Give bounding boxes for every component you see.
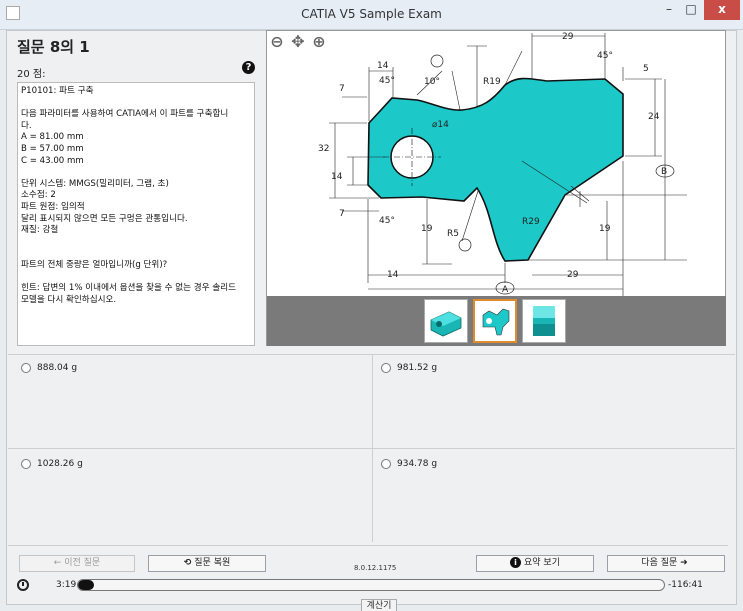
- thumbnail-image: [533, 306, 555, 336]
- dim-label: 29: [562, 32, 574, 42]
- question-line: 다음 파라미터를 사용하여 CATIA에서 이 파트를 구축합니: [21, 109, 229, 120]
- window-title: CATIA V5 Sample Exam: [301, 7, 442, 21]
- zoom-toolbar: ⊖ ✥ ⊕: [268, 33, 330, 53]
- dim-label: 14: [387, 270, 399, 280]
- question-line: 달리 표시되지 않으면 모든 구멍은 관통입니다.: [21, 213, 188, 224]
- maximize-icon[interactable]: □: [680, 0, 702, 20]
- dim-label: 29: [567, 270, 579, 280]
- question-line: [21, 272, 251, 284]
- dim-label: ⌀14: [432, 120, 449, 130]
- title-bar: CATIA V5 Sample Exam – □ x: [0, 0, 743, 30]
- question-line: A = 81.00 mm: [21, 132, 84, 143]
- answer-label: 1028.26 g: [37, 459, 83, 469]
- dim-label: R5: [447, 229, 459, 239]
- arrow-right-icon: ➜: [680, 558, 688, 568]
- dim-label: 19: [599, 224, 611, 234]
- dim-label: B: [661, 167, 667, 177]
- zoom-out-icon[interactable]: ⊖: [268, 33, 286, 51]
- thumbnail-side-view[interactable]: [522, 299, 566, 343]
- reset-question-label: 질문 복원: [194, 558, 231, 568]
- dim-label: 10°: [424, 77, 440, 87]
- dim-label: 45°: [379, 216, 395, 226]
- prev-question-button[interactable]: ← 이전 질문: [19, 555, 135, 572]
- clock-icon: [17, 579, 29, 591]
- progress-fill: [78, 580, 94, 590]
- answer-label: 888.04 g: [37, 363, 78, 373]
- info-icon: i: [510, 557, 521, 568]
- radio-button[interactable]: [381, 363, 391, 373]
- radio-button[interactable]: [381, 459, 391, 469]
- dim-label: 45°: [597, 51, 613, 61]
- fit-icon[interactable]: ✥: [289, 33, 307, 51]
- question-line: 재질: 강철: [21, 225, 59, 236]
- divider: [8, 448, 735, 449]
- thumbnail-drawing[interactable]: [473, 299, 517, 343]
- question-line: 모델을 다시 확인하십시오.: [21, 294, 117, 305]
- thumbnail-image: [482, 308, 510, 336]
- question-line: 파트의 전체 중량은 얼마입니까(g 단위)?: [21, 259, 168, 270]
- dim-label: 14: [331, 172, 343, 182]
- dim-label: 19: [421, 224, 433, 234]
- summary-button[interactable]: i 요약 보기: [476, 555, 594, 572]
- dim-label: 7: [339, 84, 345, 94]
- dim-label: 5: [643, 64, 649, 74]
- question-line: B = 57.00 mm: [21, 143, 84, 154]
- question-line: C = 43.00 mm: [21, 155, 84, 166]
- question-line: P10101: 파트 구축: [21, 86, 94, 96]
- dim-label: 7: [339, 209, 345, 219]
- dim-label: 24: [648, 112, 660, 122]
- dim-label: 32: [318, 144, 329, 154]
- question-line: 파트 원점: 임의적: [21, 201, 85, 212]
- radio-button[interactable]: [21, 363, 31, 373]
- time-progress-bar: [77, 579, 665, 591]
- minimize-icon[interactable]: –: [658, 0, 680, 20]
- version-label: 8.0.12.1175: [354, 564, 397, 572]
- reset-question-button[interactable]: ⟲ 질문 복원: [148, 555, 266, 572]
- dim-label: R19: [483, 77, 501, 87]
- next-question-button[interactable]: 다음 질문 ➜: [607, 555, 725, 572]
- question-line: [21, 248, 251, 260]
- summary-label: 요약 보기: [524, 558, 560, 568]
- close-icon[interactable]: x: [704, 0, 740, 20]
- dim-label: R29: [522, 217, 540, 227]
- question-text: P10101: 파트 구축 다음 파라미터를 사용하여 CATIA에서 이 파트…: [17, 82, 255, 346]
- question-line: [21, 237, 251, 249]
- calculator-tab[interactable]: 계산기: [361, 599, 397, 611]
- time-elapsed: 3:19: [56, 580, 77, 590]
- part-drawing: 29 45° 5 14 7 45° 10° R19 24 32 ⌀14 14 B…: [318, 32, 687, 296]
- question-line: 단위 시스템: MMGS(밀리미터, 그램, 초): [21, 178, 169, 189]
- reset-icon: ⟲: [183, 558, 192, 568]
- divider: [8, 545, 728, 546]
- question-line: [21, 167, 251, 179]
- next-question-label: 다음 질문: [641, 558, 678, 568]
- answer-label: 981.52 g: [397, 363, 438, 373]
- question-title: 질문 8의 1: [17, 38, 90, 56]
- answer-label: 934.78 g: [397, 459, 438, 469]
- help-icon[interactable]: ?: [242, 61, 255, 74]
- dim-label: 45°: [379, 76, 395, 86]
- question-line: 다.: [21, 120, 32, 131]
- question-line: 힌트: 답변의 1% 이내에서 옵션을 찾을 수 없는 경우 솔리드: [21, 283, 237, 294]
- question-line: 소수점: 2: [21, 190, 56, 201]
- thumbnail-image: [430, 311, 462, 337]
- question-line: [21, 98, 251, 110]
- thumbnail-3d-view[interactable]: [424, 299, 468, 343]
- time-remaining: -116:41: [668, 580, 703, 590]
- dim-label: 14: [377, 61, 389, 71]
- question-points: 20 점:: [17, 69, 46, 80]
- zoom-in-icon[interactable]: ⊕: [310, 33, 328, 51]
- radio-button[interactable]: [21, 459, 31, 469]
